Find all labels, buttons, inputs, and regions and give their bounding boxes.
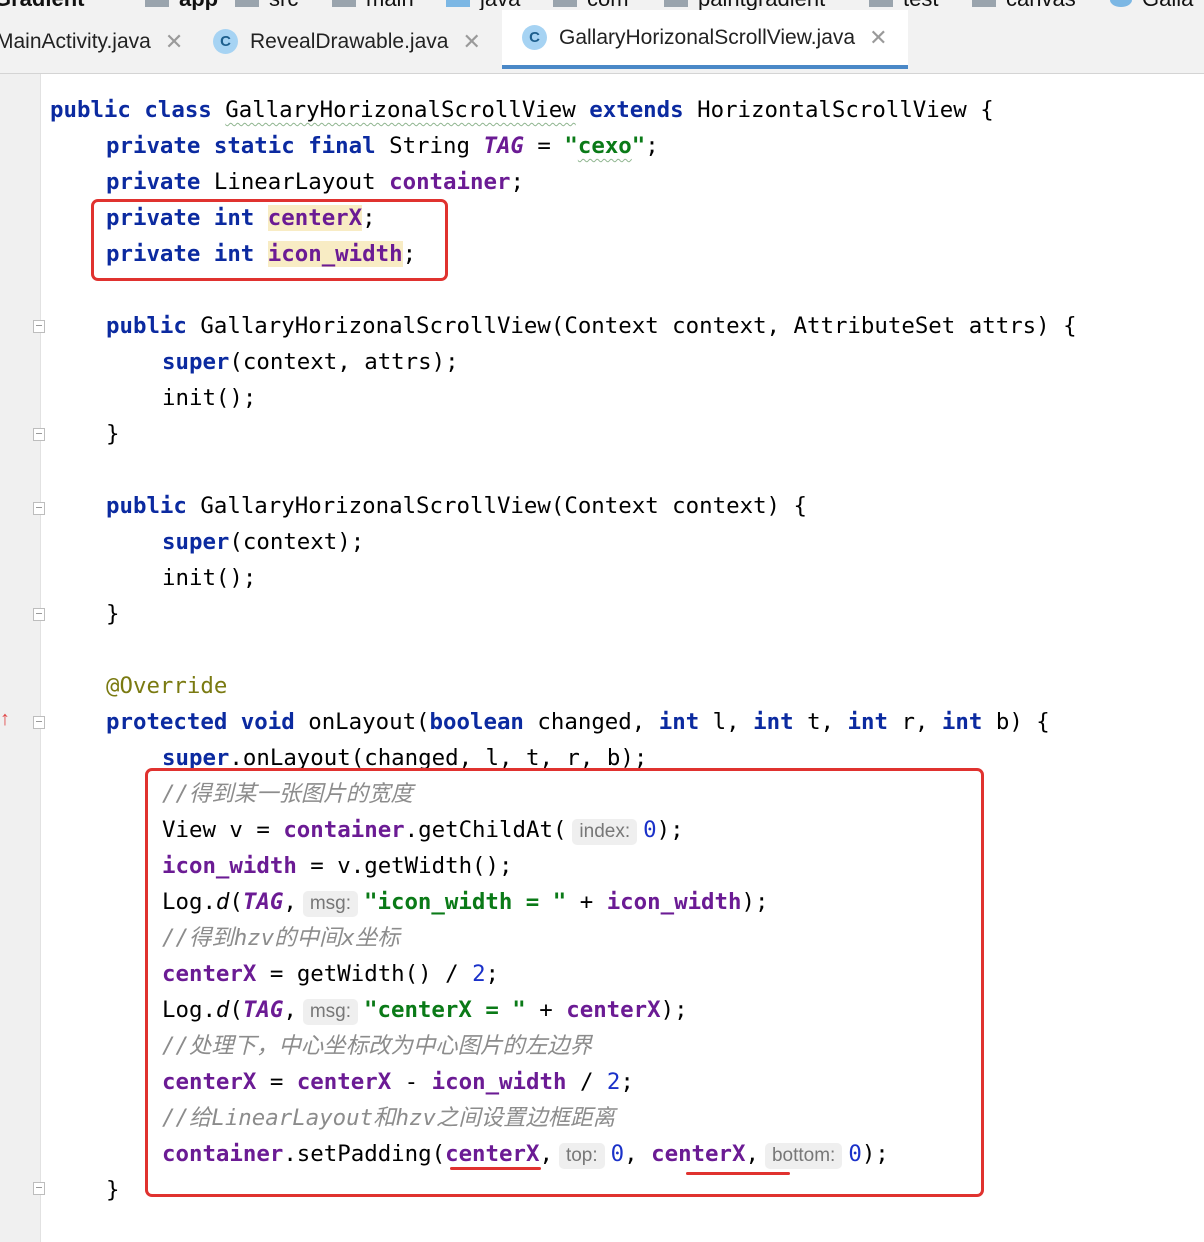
tab-mainactivity[interactable]: MainActivity.java ✕ [0,10,183,73]
source-folder-icon [446,0,470,8]
breadcrumb-item-test[interactable]: test [869,0,938,10]
code-line: private LinearLayout container; [106,169,524,195]
breadcrumb-item-main[interactable]: main [332,0,414,10]
annotation-box-onlayout [145,768,984,1197]
breadcrumb-item-app[interactable]: app [145,0,218,10]
class-icon: C [522,25,547,50]
tab-label: MainActivity.java [0,29,151,53]
folder-icon [332,0,356,8]
annotation-box-fields [91,199,448,281]
code-line: super(context, attrs); [162,349,459,375]
tab-gallaryhorizonalscrollview[interactable]: C GallaryHorizonalScrollView.java ✕ [502,10,908,69]
breadcrumb-item-class[interactable]: Galla [1110,0,1193,10]
fold-icon[interactable] [33,320,45,333]
tab-revealdrawable[interactable]: C RevealDrawable.java ✕ [213,10,481,73]
code-line: public GallaryHorizonalScrollView(Contex… [106,493,807,519]
breadcrumb-item-project[interactable]: Gradient [0,0,84,10]
fold-icon[interactable] [33,428,45,441]
fold-icon[interactable] [33,716,45,729]
annotation-underline [686,1172,790,1175]
breadcrumb-item-java[interactable]: java [446,0,520,10]
annotation-underline [450,1167,541,1170]
module-folder-icon [145,0,169,8]
breadcrumb-item-canvas[interactable]: canvas [972,0,1076,10]
package-icon [664,0,688,8]
close-icon[interactable]: ✕ [165,29,183,55]
code-line: protected void onLayout(boolean changed,… [106,709,1050,735]
class-icon [1110,0,1132,8]
tab-label: GallaryHorizonalScrollView.java [559,25,856,49]
code-line: super(context); [162,529,365,555]
breadcrumb-item-src[interactable]: src [235,0,298,10]
override-arrow-icon[interactable]: ↑ [0,708,10,731]
code-line: } [106,1177,120,1203]
code-line: public GallaryHorizonalScrollView(Contex… [106,313,1077,339]
package-icon [553,0,577,8]
package-icon [972,0,996,8]
fold-icon[interactable] [33,1182,45,1195]
code-line: } [106,421,120,447]
gutter-divider [40,74,41,1242]
tab-label: RevealDrawable.java [250,29,449,53]
breadcrumb-item-paintgradient[interactable]: paintgradient [664,0,825,10]
close-icon[interactable]: ✕ [462,29,480,55]
breadcrumb-item-com[interactable]: com [553,0,629,10]
editor-gutter[interactable] [0,74,40,1242]
fold-icon[interactable] [33,502,45,515]
code-line: init(); [162,385,257,411]
code-line: init(); [162,565,257,591]
code-line: public class GallaryHorizonalScrollView … [50,97,994,123]
editor-tab-bar: MainActivity.java ✕ C RevealDrawable.jav… [0,10,1204,74]
code-line: private static final String TAG = "cexo"… [106,133,659,159]
close-icon[interactable]: ✕ [869,25,887,51]
package-icon [869,0,893,8]
fold-icon[interactable] [33,608,45,621]
class-icon: C [213,29,238,54]
code-line: } [106,601,120,627]
code-line-annotation: @Override [106,673,228,699]
folder-icon [235,0,259,8]
